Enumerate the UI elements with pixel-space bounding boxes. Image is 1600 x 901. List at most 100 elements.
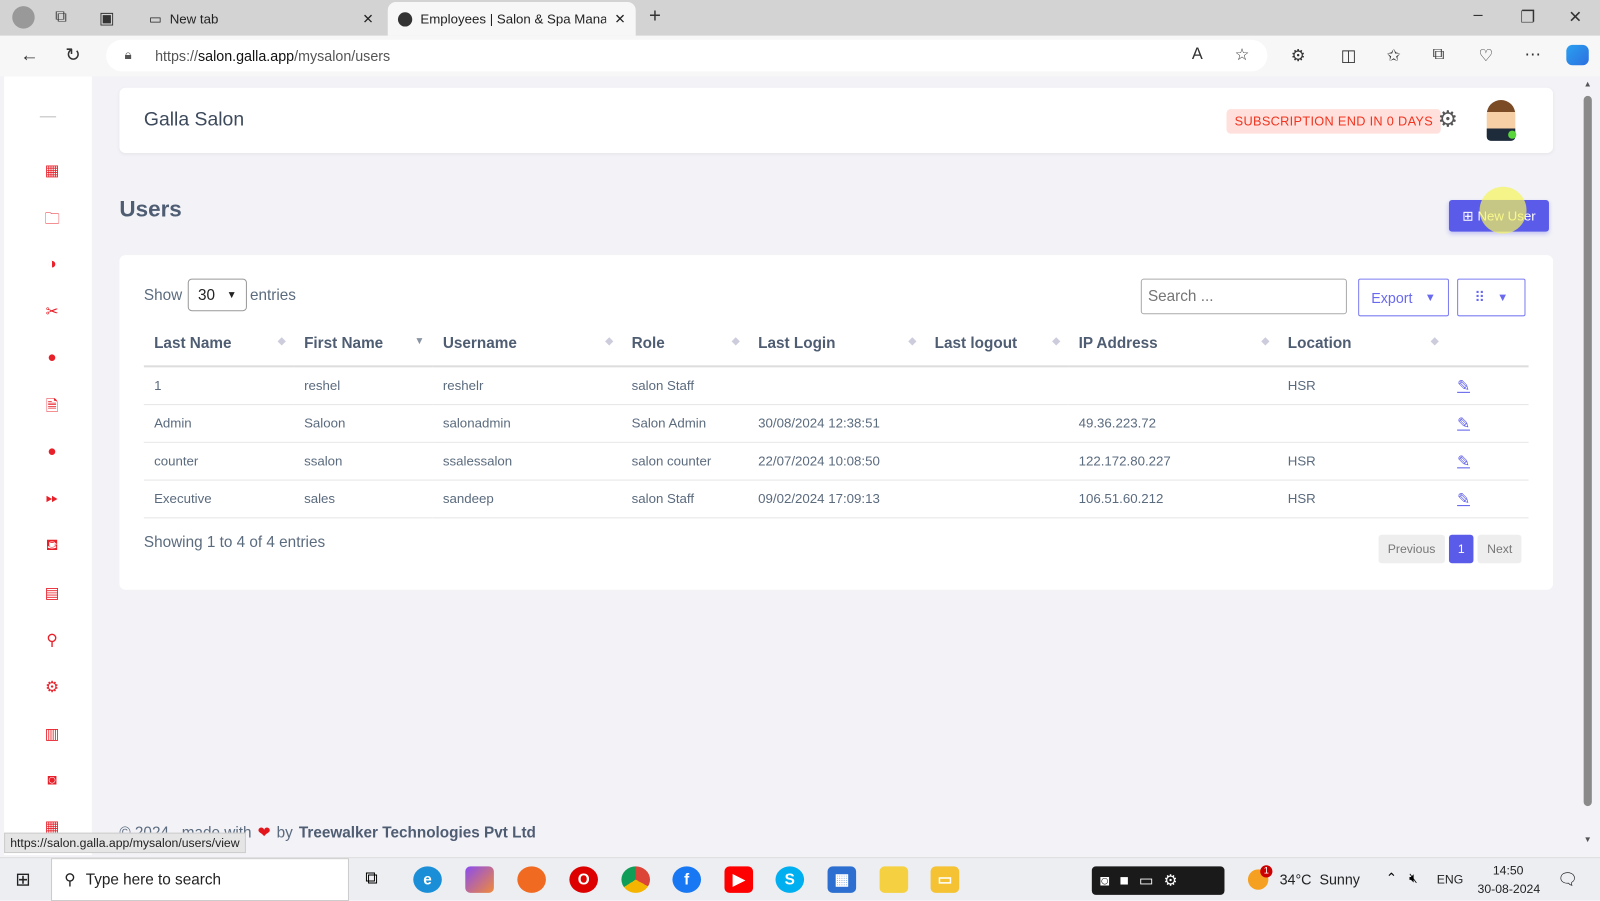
col-last-login[interactable]: Last Login ◆ bbox=[747, 320, 925, 368]
workspaces-icon[interactable]: ⧉ bbox=[55, 8, 67, 26]
col-username[interactable]: Username ◆ bbox=[432, 320, 622, 368]
browser-essentials-icon[interactable]: ♡ bbox=[1479, 46, 1494, 66]
folder-icon[interactable]: 🗀︎ bbox=[41, 208, 63, 234]
salon-name: Galla Salon bbox=[143, 109, 245, 131]
file-explorer-icon[interactable]: ▭ bbox=[930, 866, 960, 893]
cell-6 bbox=[1068, 366, 1278, 405]
clock-time[interactable]: 14:50 bbox=[1493, 863, 1524, 877]
money-icon[interactable]: ◙ bbox=[41, 771, 63, 788]
favorites-icon[interactable]: ✩ bbox=[1387, 46, 1401, 66]
album-icon[interactable]: ▤ bbox=[41, 584, 63, 602]
basket-icon[interactable]: ⛾ bbox=[41, 537, 63, 556]
browser-tab-bar: ⧉ ▣ ▭ New tab ✕ Employees | Salon & Spa Ma… bbox=[0, 0, 1600, 36]
edit-icon[interactable]: ✎ bbox=[1457, 490, 1470, 507]
show-hidden-icons[interactable]: ⌃ bbox=[1386, 870, 1397, 886]
edit-icon[interactable]: ✎ bbox=[1457, 453, 1470, 470]
opera-icon[interactable]: O bbox=[569, 866, 598, 893]
ticket-icon[interactable]: ✂ bbox=[41, 302, 63, 320]
column-visibility-button[interactable]: ⠿ ▼ bbox=[1457, 278, 1526, 317]
close-tab-icon[interactable]: ✕ bbox=[614, 11, 625, 27]
cell-actions: ✎ bbox=[1446, 366, 1529, 405]
cell-4: 22/07/2024 10:08:50 bbox=[747, 441, 925, 481]
close-window-icon[interactable]: ✕ bbox=[1568, 7, 1582, 27]
cell-7: HSR bbox=[1277, 479, 1447, 518]
edit-icon[interactable]: ✎ bbox=[1457, 415, 1470, 432]
page-icon: ▭ bbox=[148, 10, 162, 27]
youtube-icon[interactable]: ▶ bbox=[724, 866, 754, 893]
new-tab-icon[interactable]: + bbox=[649, 5, 661, 28]
edit-icon[interactable]: ✎ bbox=[1457, 377, 1470, 394]
cell-1: reshel bbox=[293, 366, 433, 405]
weather-text[interactable]: 34°C Sunny bbox=[1280, 871, 1360, 887]
firefox-icon[interactable] bbox=[517, 866, 546, 893]
col-last-name[interactable]: Last Name ◆ bbox=[143, 320, 294, 368]
col-location[interactable]: Location ◆ bbox=[1277, 320, 1447, 368]
contrast-icon[interactable]: ◑ bbox=[41, 255, 63, 272]
col-last-logout[interactable]: Last logout ◆ bbox=[924, 320, 1069, 368]
store-icon[interactable]: ▦ bbox=[827, 866, 857, 893]
entries-select[interactable]: 30 ▼ bbox=[187, 278, 247, 312]
extensions-icon[interactable]: ⚙︎ bbox=[1291, 46, 1306, 66]
scrollbar-thumb[interactable] bbox=[1583, 95, 1592, 807]
restore-icon[interactable]: ❐ bbox=[1520, 7, 1535, 27]
sort-icon: ◆ bbox=[908, 335, 917, 347]
app-icon[interactable] bbox=[879, 866, 909, 893]
cell-2: ssalessalon bbox=[432, 441, 622, 481]
previous-button[interactable]: Previous bbox=[1378, 534, 1445, 564]
task-view-icon[interactable]: ⧉ bbox=[365, 868, 377, 888]
scrollbar[interactable]: ▲ ▼ bbox=[1581, 80, 1595, 851]
cell-2: reshelr bbox=[432, 366, 622, 405]
page-1-button[interactable]: 1 bbox=[1448, 534, 1474, 564]
table-row: counter ssalon ssalessalon salon counter 22/… bbox=[143, 441, 1529, 481]
next-button[interactable]: Next bbox=[1477, 534, 1522, 564]
fast-forward-icon[interactable]: ⏩︎ bbox=[41, 490, 63, 507]
user-circle-icon[interactable]: ● bbox=[41, 443, 63, 460]
cell-actions: ✎ bbox=[1446, 479, 1529, 518]
profile-icon[interactable] bbox=[12, 6, 35, 29]
notifications-icon[interactable]: 🗨︎ bbox=[1557, 869, 1578, 889]
company-link[interactable]: Treewalker Technologies Pvt Ltd bbox=[299, 824, 536, 841]
clock-date[interactable]: 30-08-2024 bbox=[1478, 882, 1541, 896]
location-pin-icon[interactable]: ⚲ bbox=[41, 631, 63, 649]
search-input[interactable] bbox=[1140, 278, 1347, 315]
tab-actions-icon[interactable]: ▣ bbox=[99, 8, 114, 28]
language-indicator[interactable]: ENG bbox=[1437, 872, 1464, 886]
settings-gear-icon[interactable]: ⚙︎ bbox=[1438, 106, 1458, 133]
settings-icon[interactable]: ⚙︎ bbox=[41, 678, 63, 696]
col-first-name[interactable]: First Name ▼ bbox=[293, 320, 433, 368]
export-button[interactable]: Export ▼ bbox=[1358, 278, 1449, 317]
favorite-star-icon[interactable]: ☆ bbox=[1235, 45, 1250, 65]
cell-5 bbox=[924, 479, 1069, 518]
copilot-app-icon[interactable] bbox=[465, 866, 494, 893]
taskbar-search[interactable]: ⚲ Type here to search bbox=[51, 858, 349, 901]
windows-start-icon[interactable]: ⊞ bbox=[15, 869, 30, 890]
col-ip-address[interactable]: IP Address ◆ bbox=[1068, 320, 1278, 368]
skype-icon[interactable]: S bbox=[775, 866, 805, 893]
facebook-icon[interactable]: f bbox=[672, 866, 702, 893]
tab-employees[interactable]: Employees | Salon & Spa Manage ✕ bbox=[387, 2, 636, 36]
volume-muted-icon[interactable]: 🔇︎ bbox=[1409, 870, 1417, 886]
collections-icon[interactable]: ⧉ bbox=[1433, 46, 1445, 64]
report-icon[interactable]: ▥ bbox=[41, 724, 63, 743]
read-aloud-icon[interactable]: A bbox=[1192, 46, 1203, 64]
minimize-icon[interactable]: – bbox=[1473, 6, 1482, 24]
user-circle-icon[interactable]: ● bbox=[41, 349, 63, 366]
copilot-icon[interactable] bbox=[1566, 44, 1589, 66]
cell-5 bbox=[924, 366, 1069, 405]
back-icon[interactable]: ← bbox=[20, 45, 38, 66]
more-options-icon[interactable]: ⋯ bbox=[1524, 45, 1540, 65]
refresh-icon[interactable]: ↻ bbox=[65, 45, 80, 66]
cell-6: 106.51.60.212 bbox=[1068, 479, 1278, 518]
dashboard-icon[interactable]: ▦ bbox=[41, 161, 63, 179]
chrome-icon[interactable] bbox=[621, 866, 650, 893]
col-role[interactable]: Role ◆ bbox=[621, 320, 748, 368]
sidebar-toggle[interactable] bbox=[39, 116, 57, 118]
url-field[interactable]: 🔒︎ https://salon.galla.app/mysalon/users… bbox=[106, 39, 1268, 72]
settings-icon: ⚙︎ bbox=[1163, 872, 1178, 890]
split-screen-icon[interactable]: ◫ bbox=[1341, 46, 1356, 66]
capture-toolbar[interactable]: ◙ ■ ▭ ⚙︎ bbox=[1091, 866, 1225, 895]
document-icon[interactable]: 🗎︎ bbox=[41, 396, 63, 422]
edge-icon[interactable]: e bbox=[413, 866, 442, 893]
close-tab-icon[interactable]: ✕ bbox=[362, 11, 373, 27]
tab-new-tab[interactable]: ▭ New tab ✕ bbox=[139, 2, 384, 36]
